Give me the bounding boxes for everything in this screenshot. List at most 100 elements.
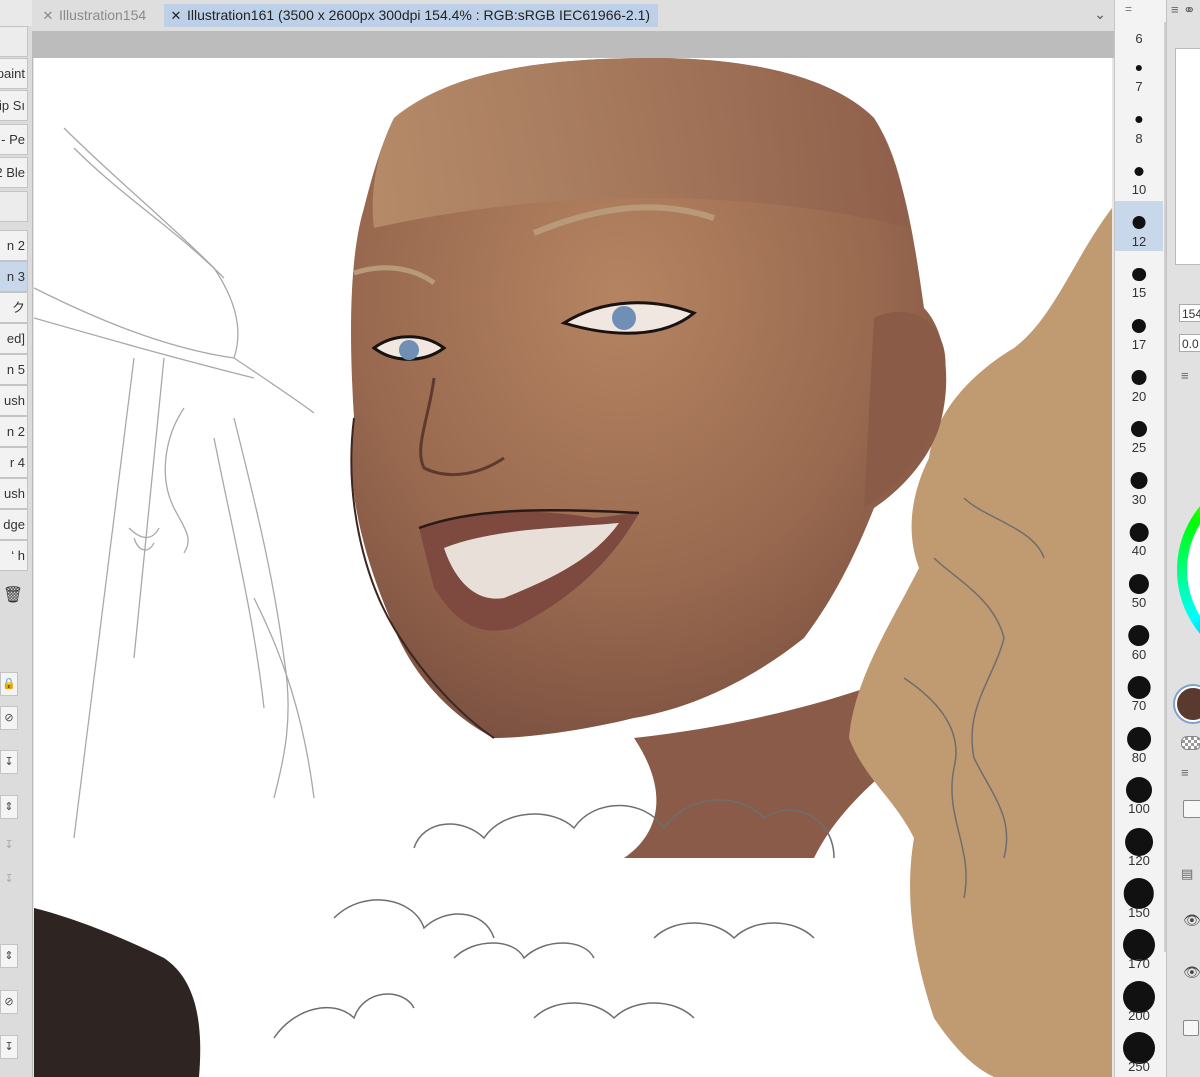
drawing-canvas[interactable] [34,58,1112,1077]
sub-tool-item[interactable]: n 5 [0,354,28,385]
download-icon: ↧ [4,839,14,851]
sub-tool-label: ed] [6,331,25,346]
download-icon[interactable]: ↧ [0,750,18,774]
brush-size-panel: = 6 7 8 10 12 15 17 20 25 30 40 50 60 70 80 100 120 150 17… [1114,0,1167,1077]
brush-size-item[interactable]: 70 [1115,665,1163,715]
brush-size-label: 8 [1135,130,1143,146]
brush-size-item[interactable]: 15 [1115,252,1163,302]
brush-size-item[interactable]: 40 [1115,510,1163,560]
chevron-down-icon[interactable]: ⌄ [1094,6,1106,23]
sub-tool-item[interactable]: ush [0,385,28,416]
navigator-thumbnail[interactable] [1175,48,1200,265]
sub-tool-item[interactable]: dge [0,509,28,540]
brush-size-item[interactable]: 10 [1115,149,1163,199]
sub-tool-item[interactable] [0,191,28,222]
tab-illustration154[interactable]: ✕ Illustration154 [40,4,147,27]
close-icon[interactable]: ✕ [168,4,184,27]
brush-size-item[interactable]: 12 [1115,200,1163,251]
brush-size-item[interactable]: 100 [1115,768,1163,818]
clear-icon[interactable]: ⊘ [0,706,18,730]
layer-thumbnail-icon[interactable]: ▤ [1181,866,1193,882]
brush-size-item[interactable]: 7 [1115,46,1163,96]
brush-size-item[interactable]: 200 [1115,975,1163,1025]
link-icon[interactable]: ⚭ [1183,1,1196,19]
brush-size-item[interactable]: 50 [1115,562,1163,612]
sub-tool-item[interactable] [0,26,28,57]
sub-tool-item[interactable]: ush [0,478,28,509]
clear-icon[interactable]: ⊘ [0,990,18,1014]
brush-size-item[interactable]: 250 [1115,1026,1163,1076]
up-down-stepper-icon[interactable]: ⇕ [0,944,18,968]
brush-size-label: 120 [1128,853,1150,868]
sub-tool-label: ip Sı [0,98,25,113]
sub-tool-label: ush [4,486,25,501]
close-icon[interactable]: ✕ [40,4,56,27]
panel-menu-icon[interactable]: = [1115,0,1167,20]
trash-icon[interactable]: 🗑 [2,583,24,609]
tab-illustration161[interactable]: ✕ Illustration161 (3500 x 2600px 300dpi 1… [164,4,659,27]
sub-tool-item[interactable]: ‘ h [0,540,28,571]
brush-size-item[interactable]: 30 [1115,459,1163,509]
brush-size-item[interactable]: 150 [1115,872,1163,922]
brush-dot-icon [1131,421,1147,438]
transparent-color-chip[interactable] [1181,736,1200,750]
sub-tool-item[interactable]: n 2 [0,416,28,447]
layer-mode-icon[interactable] [1183,800,1200,818]
brush-dot-icon [1128,624,1150,647]
checkbox[interactable] [1183,1020,1199,1036]
sub-tool-item[interactable]: paint [0,58,28,89]
brush-dot-icon [1134,166,1144,176]
sub-tool-item[interactable]: ip Sı [0,90,28,121]
brush-dot-icon [1128,573,1150,595]
sub-tool-label: 2 Ble [0,165,25,180]
eye-right [612,306,636,330]
sub-tool-item[interactable]: - Pe [0,124,28,155]
sub-tool-label: dge [3,517,25,532]
tab-label: Illustration161 (3500 x 2600px 300dpi 15… [187,7,651,23]
sub-tool-label: n 2 [6,238,25,253]
menu-icon[interactable]: ≡ [1181,368,1189,383]
brush-size-label: 20 [1131,388,1147,404]
sub-tool-item[interactable]: r 4 [0,447,28,478]
brush-size-item[interactable]: 20 [1115,356,1163,406]
sub-tool-item[interactable]: n 3 [0,261,28,292]
sub-tool-item[interactable]: 2 Ble [0,157,28,188]
brush-size-label: 30 [1131,491,1147,507]
sub-tool-item[interactable]: ed] [0,323,28,354]
brush-size-item[interactable]: 25 [1115,407,1163,457]
sub-tool-item[interactable]: ク [0,292,28,323]
brush-size-label: 60 [1131,646,1147,662]
brush-size-label: 25 [1131,440,1147,456]
sub-tool-panel-header [0,0,32,26]
sub-tool-label: ush [4,393,25,408]
sub-tool-label: - Pe [1,132,25,147]
eye-icon[interactable]: 👁 [1183,964,1200,981]
up-down-stepper-icon[interactable]: ⇕ [0,795,18,819]
brush-size-item[interactable]: 17 [1115,304,1163,354]
brush-size-item[interactable]: 170 [1115,923,1163,973]
lock-icon[interactable]: 🔒 [0,672,18,696]
brush-dot-icon [1127,726,1151,751]
brush-size-item[interactable]: 120 [1115,820,1163,870]
download-icon[interactable]: ↧ [0,1035,18,1059]
menu-icon[interactable]: ≡ [1181,765,1189,780]
zoom-field[interactable]: 154 [1179,304,1200,322]
sub-tool-label: ‘ h [11,548,25,563]
brush-dot-icon [1131,370,1147,386]
main-color-swatch[interactable] [1175,686,1200,722]
brush-dot-icon [1132,267,1146,282]
brush-size-item[interactable]: 6 [1115,20,1163,48]
menu-icon[interactable]: ≡ [1171,2,1179,17]
rotation-field[interactable]: 0.0 [1179,334,1200,352]
dark-hair-shape [34,908,201,1077]
brush-size-item[interactable]: 60 [1115,614,1163,664]
sub-tool-item[interactable]: n 2 [0,230,28,261]
brush-size-label: 15 [1131,285,1147,301]
brush-dot-icon [1135,115,1143,124]
brush-size-item[interactable]: 80 [1115,717,1163,767]
sub-tool-panel: paint ip Sı - Pe 2 Ble n 2 n 3 ク ed] n 5 ush n 2 r … [0,0,33,1077]
brush-size-item[interactable]: 8 [1115,98,1163,148]
document-tab-bar: ✕ Illustration154 ✕ Illustration161 (3500 … [32,0,1114,32]
eye-icon[interactable]: 👁 [1183,912,1200,929]
brush-size-label: 17 [1131,337,1147,352]
